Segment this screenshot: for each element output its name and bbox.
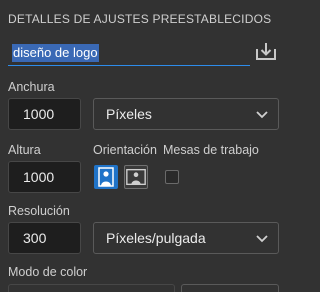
width-input[interactable]: 1000 bbox=[8, 98, 81, 130]
resolution-label: Resolución bbox=[8, 204, 70, 218]
width-label: Anchura bbox=[8, 80, 55, 94]
orientation-portrait-button[interactable] bbox=[94, 165, 118, 189]
height-input[interactable]: 1000 bbox=[8, 161, 81, 193]
height-label: Altura bbox=[8, 143, 41, 157]
chevron-down-icon bbox=[256, 111, 268, 119]
chevron-down-icon bbox=[256, 235, 268, 243]
width-unit-value: Píxeles bbox=[106, 106, 152, 122]
height-value: 1000 bbox=[23, 169, 55, 185]
resolution-unit-select[interactable]: Píxeles/pulgada bbox=[93, 222, 279, 254]
landscape-icon bbox=[126, 168, 146, 186]
color-mode-label: Modo de color bbox=[8, 265, 88, 279]
preset-name-value[interactable]: diseño de logo bbox=[12, 44, 99, 62]
bit-depth-select[interactable] bbox=[181, 284, 279, 292]
artboards-checkbox[interactable] bbox=[165, 170, 179, 184]
save-preset-icon bbox=[256, 43, 276, 60]
portrait-icon bbox=[98, 167, 114, 187]
width-unit-select[interactable]: Píxeles bbox=[93, 98, 279, 130]
artboards-label: Mesas de trabajo bbox=[163, 143, 259, 157]
color-mode-select[interactable] bbox=[8, 284, 175, 292]
save-preset-button[interactable] bbox=[254, 40, 278, 62]
resolution-unit-value: Píxeles/pulgada bbox=[106, 230, 206, 246]
resolution-input[interactable]: 300 bbox=[8, 222, 81, 254]
resolution-value: 300 bbox=[23, 230, 47, 246]
orientation-label: Orientación bbox=[93, 143, 157, 157]
panel-title: DETALLES DE AJUSTES PREESTABLECIDOS bbox=[8, 12, 272, 26]
orientation-landscape-button[interactable] bbox=[124, 165, 148, 189]
width-value: 1000 bbox=[23, 106, 55, 122]
